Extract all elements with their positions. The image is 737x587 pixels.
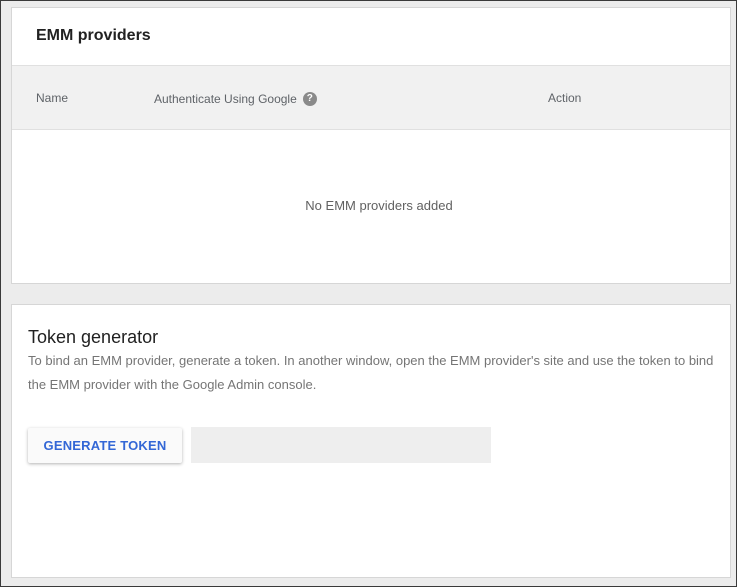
token-generator-card: Token generator To bind an EMM provider,… [11,304,731,578]
token-output-field[interactable] [191,427,491,463]
column-header-authenticate-label: Authenticate Using Google [154,92,297,106]
emm-providers-title: EMM providers [36,27,151,44]
empty-table-message: No EMM providers added [305,198,453,213]
generate-token-button[interactable]: GENERATE TOKEN [28,428,182,463]
emm-providers-card: EMM providers Name Authenticate Using Go… [11,7,731,284]
token-generator-description: To bind an EMM provider, generate a toke… [28,353,714,392]
page-frame: EMM providers Name Authenticate Using Go… [0,0,737,587]
column-header-name: Name [36,91,69,105]
column-header-action: Action [548,91,582,105]
providers-table-header: Name Authenticate Using Google ? Action [12,65,730,130]
help-icon[interactable]: ? [302,92,317,106]
token-generator-title: Token generator [28,327,159,347]
column-header-authenticate: Authenticate Using Google ? [154,92,317,106]
